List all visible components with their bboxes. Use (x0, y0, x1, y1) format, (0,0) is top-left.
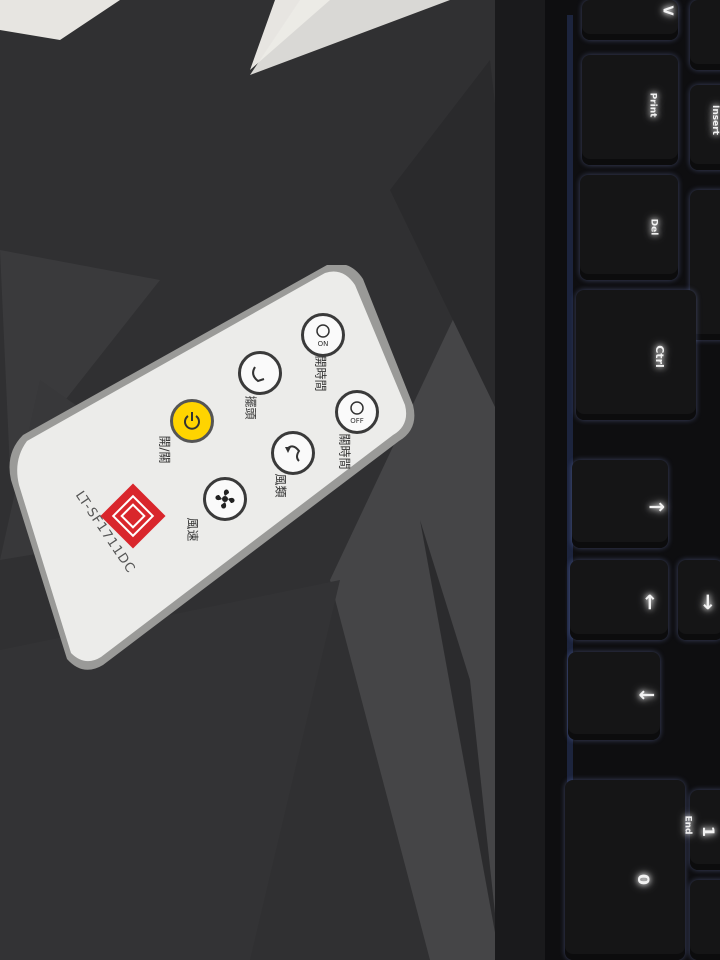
key-label-arrow: ↓ (634, 686, 659, 704)
off-timer-button[interactable]: OFF (335, 390, 379, 434)
key-label: 1 (699, 825, 719, 838)
keyboard-key (580, 175, 678, 280)
swing-icon (252, 366, 265, 383)
off-timer-label: 關時間 (337, 433, 352, 470)
swing-button[interactable] (238, 351, 282, 395)
fan-remote-control: LT-SF1711DC ON 開時間 OFF 關時間 擺頭 風類 開/關 風速 (5, 265, 415, 670)
svg-text:OFF: OFF (350, 417, 364, 425)
wind-mode-label: 風類 (273, 473, 288, 498)
key-label-arrow: ↑ (644, 498, 669, 516)
power-button[interactable] (170, 399, 214, 443)
key-label: Insert (709, 105, 720, 135)
key-label: 0 (634, 873, 654, 886)
on-timer-button[interactable]: ON (301, 313, 345, 357)
timer-off-icon: OFF (350, 401, 364, 425)
photo-scene: V Print Insert Del Ctrl ↑ ← ↓ → End 0 1 … (0, 0, 720, 960)
key-label-arrow: → (696, 593, 720, 611)
key-label: Print (647, 92, 658, 118)
timer-on-icon: ON (316, 324, 330, 348)
key-label: Del (648, 218, 659, 236)
key-label: Ctrl (652, 345, 666, 368)
power-label: 開/關 (157, 435, 172, 464)
keyboard-key (565, 780, 685, 960)
key-label: V (659, 5, 675, 16)
power-icon (184, 412, 200, 430)
keyboard-key (582, 55, 678, 165)
keyboard-key (690, 880, 720, 960)
fan-speed-icon (215, 489, 235, 509)
wind-mode-button[interactable] (271, 431, 315, 475)
keyboard-key (576, 290, 696, 420)
speed-button[interactable] (203, 477, 247, 521)
swing-label: 擺頭 (243, 395, 258, 420)
speed-label: 風速 (185, 517, 200, 542)
key-label: End (682, 815, 693, 835)
key-label-arrow: ← (638, 593, 663, 611)
keyboard-key (690, 0, 720, 70)
on-timer-label: 開時間 (313, 355, 328, 392)
svg-text:ON: ON (318, 340, 329, 348)
wind-mode-icon (285, 445, 301, 462)
